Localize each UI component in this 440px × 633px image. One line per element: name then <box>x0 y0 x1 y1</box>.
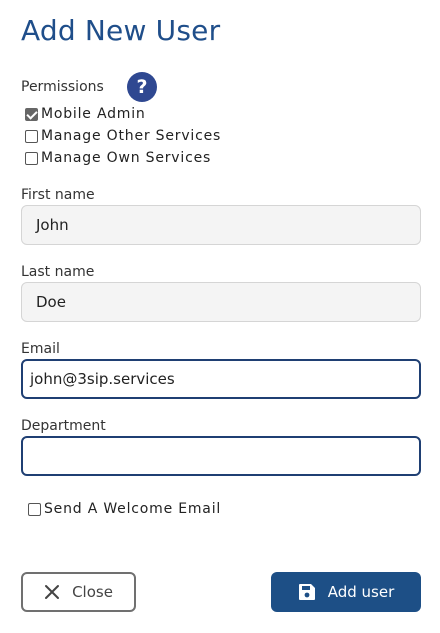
page-title: Add New User <box>21 14 221 47</box>
email-label: Email <box>21 341 60 357</box>
help-icon-glyph: ? <box>136 76 148 98</box>
permission-label: Manage Own Services <box>41 150 212 166</box>
checkbox[interactable] <box>25 129 38 143</box>
email-field[interactable]: john@3sip.services <box>21 359 421 399</box>
permission-mobile-admin[interactable]: Mobile Admin <box>25 106 146 122</box>
close-button-label: Close <box>72 583 113 601</box>
permissions-label: Permissions <box>21 79 104 95</box>
close-icon <box>45 585 60 599</box>
permission-label: Mobile Admin <box>41 106 146 122</box>
department-field[interactable] <box>21 436 421 476</box>
permission-manage-own-services[interactable]: Manage Own Services <box>25 150 211 166</box>
last-name-label: Last name <box>21 264 95 280</box>
first-name-value: John <box>36 216 69 234</box>
last-name-value: Doe <box>36 293 66 311</box>
permission-label: Manage Other Services <box>41 128 222 144</box>
email-value: john@3sip.services <box>30 370 175 388</box>
checkbox[interactable] <box>25 151 38 165</box>
add-user-button-label: Add user <box>327 583 395 601</box>
checkbox[interactable] <box>28 502 41 516</box>
first-name-field[interactable]: John <box>21 205 421 245</box>
add-user-dialog: Add New User Permissions ? Mobile Admin … <box>0 0 440 633</box>
first-name-label: First name <box>21 187 95 203</box>
send-welcome-email[interactable]: Send A Welcome Email <box>28 501 221 517</box>
add-user-button[interactable]: Add user <box>271 572 421 612</box>
last-name-field[interactable]: Doe <box>21 282 421 322</box>
save-icon <box>298 584 315 600</box>
checkbox[interactable] <box>25 107 38 121</box>
help-icon[interactable]: ? <box>127 72 157 102</box>
welcome-email-label: Send A Welcome Email <box>44 501 222 517</box>
permission-manage-other-services[interactable]: Manage Other Services <box>25 128 221 144</box>
close-button[interactable]: Close <box>21 572 136 612</box>
department-label: Department <box>21 418 106 434</box>
